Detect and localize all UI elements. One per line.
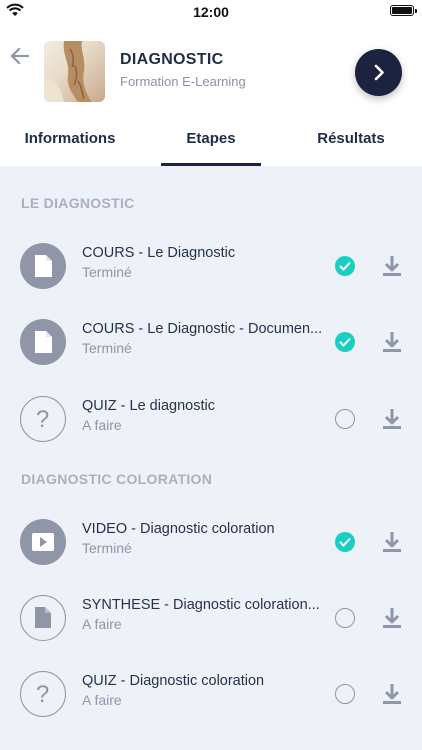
back-button[interactable] [6,42,34,70]
item-title: QUIZ - Diagnostic coloration [82,673,265,689]
completed-check-icon [335,532,355,552]
item-title: COURS - Le Diagnostic [82,245,236,261]
tab-etapes[interactable]: Etapes [161,119,261,166]
item-status: A faire [82,692,122,708]
item-status: Terminé [82,540,132,556]
tab-etapes-label: Etapes [186,130,236,147]
chevron-right-icon [374,64,384,81]
tab-resultats[interactable]: Résultats [291,119,411,166]
item-status: Terminé [82,264,132,280]
document-icon [20,319,66,365]
download-icon[interactable] [381,530,403,554]
pending-circle-icon [335,608,355,628]
video-icon [20,519,66,565]
download-icon[interactable] [381,254,403,278]
item-title: COURS - Le Diagnostic - Documen... [82,321,323,337]
item-title: QUIZ - Le diagnostic [82,398,215,414]
list-item[interactable]: COURS - Le Diagnostic - Documen... Termi… [0,304,422,380]
course-header: DIAGNOSTIC Formation E-Learning Informat… [0,24,422,166]
question-icon: ? [20,671,66,717]
download-icon[interactable] [381,682,403,706]
question-icon: ? [20,396,66,442]
section-title: DIAGNOSTIC COLORATION [21,471,213,487]
document-icon [20,243,66,289]
completed-check-icon [335,256,355,276]
course-thumbnail [44,41,105,102]
list-item[interactable]: SYNTHESE - Diagnostic coloration... A fa… [0,580,422,656]
svg-text:?: ? [36,406,49,433]
course-title: DIAGNOSTIC [120,51,224,68]
download-icon[interactable] [381,407,403,431]
active-tab-indicator [161,163,261,166]
svg-text:?: ? [36,681,49,708]
list-item[interactable]: VIDEO - Diagnostic coloration Terminé [0,504,422,580]
status-time: 12:00 [193,4,229,20]
status-bar: 12:00 [0,0,422,24]
download-icon[interactable] [381,330,403,354]
pending-circle-icon [335,409,355,429]
item-status: Terminé [82,340,132,356]
document-icon [20,595,66,641]
arrow-left-icon [10,47,30,65]
list-item[interactable]: ? QUIZ - Le diagnostic A faire [0,381,422,457]
completed-check-icon [335,332,355,352]
pending-circle-icon [335,684,355,704]
item-status: A faire [82,417,122,433]
section-title: LE DIAGNOSTIC [21,195,135,211]
item-title: SYNTHESE - Diagnostic coloration... [82,597,320,613]
download-icon[interactable] [381,606,403,630]
next-button[interactable] [355,49,402,96]
tab-informations[interactable]: Informations [0,119,140,166]
item-title: VIDEO - Diagnostic coloration [82,521,275,537]
list-item[interactable]: ? QUIZ - Diagnostic coloration A faire [0,656,422,732]
course-subtitle: Formation E-Learning [120,74,246,89]
list-item[interactable]: COURS - Le Diagnostic Terminé [0,228,422,304]
tab-bar: Informations Etapes Résultats [0,119,422,166]
battery-icon [390,5,417,16]
item-status: A faire [82,616,122,632]
